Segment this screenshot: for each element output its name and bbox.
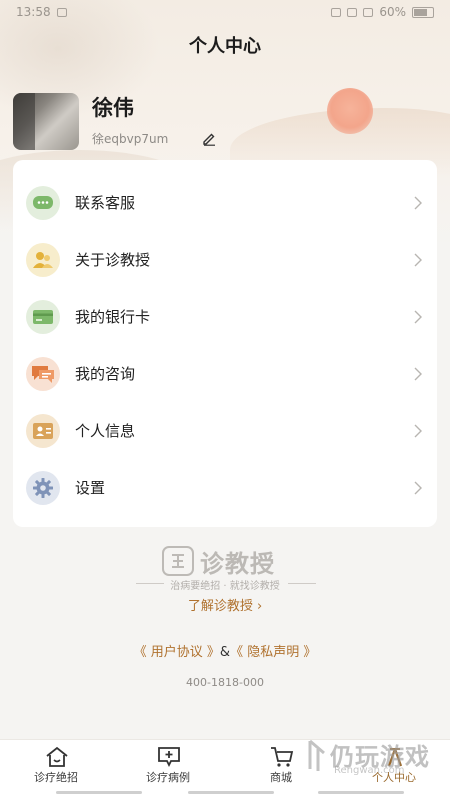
- avatar[interactable]: [13, 93, 79, 150]
- people-icon: [26, 242, 60, 277]
- learn-more-link[interactable]: 了解诊教授 ›: [0, 595, 450, 614]
- menu-label: 联系客服: [75, 194, 136, 212]
- edit-icon[interactable]: [201, 130, 217, 146]
- battery-icon: [412, 6, 434, 18]
- wifi-icon: [347, 7, 358, 17]
- menu-item-bank-card[interactable]: 我的银行卡: [13, 288, 437, 345]
- menu-item-personal-info[interactable]: 个人信息: [13, 402, 437, 459]
- privacy-policy-link[interactable]: 《 隐私声明 》: [230, 645, 316, 660]
- tab-label: 诊疗绝招: [34, 771, 78, 784]
- sun-decoration: [327, 88, 373, 134]
- chevron-right-icon: [414, 367, 422, 380]
- user-agreement-link[interactable]: 《 用户协议 》: [134, 645, 220, 660]
- battery-percent: 60%: [379, 5, 406, 19]
- user-name: 徐伟: [92, 96, 134, 120]
- amp-separator: &: [219, 645, 231, 660]
- agreements: 《 用户协议 》&《 隐私声明 》: [0, 641, 450, 660]
- house-icon: [46, 746, 68, 767]
- tab-personal-center[interactable]: 个人中心: [338, 740, 450, 792]
- menu-item-contact-service[interactable]: 联系客服: [13, 174, 437, 231]
- menu-item-consultation[interactable]: 我的咨询: [13, 345, 437, 402]
- tab-treatment-tips[interactable]: 诊疗绝招: [0, 740, 112, 792]
- nav-indicator: [56, 791, 142, 794]
- case-icon: [158, 747, 180, 768]
- consult-icon: [26, 356, 60, 391]
- tab-label: 诊疗病例: [146, 771, 190, 784]
- chevron-right-icon: [414, 253, 422, 266]
- tab-mall[interactable]: 商城: [225, 740, 337, 792]
- brand-slogan: 治病要绝招 · 就找诊教授: [170, 581, 280, 592]
- nav-indicator: [188, 791, 274, 794]
- image-notification-icon: [56, 7, 67, 17]
- chat-icon: [26, 185, 60, 220]
- brand-logo-icon: [162, 546, 194, 576]
- signal-icon: [363, 7, 374, 17]
- brand-section: 诊教授 治病要绝招 · 就找诊教授 了解诊教授 ›: [0, 543, 450, 623]
- screen: 13:58 60% 个人中心 徐伟 徐eqbvp7um 联系客服 关于诊教授 我…: [0, 0, 450, 800]
- status-time: 13:58: [16, 5, 51, 19]
- menu-label: 个人信息: [75, 422, 136, 440]
- bank-card-icon: [26, 299, 60, 334]
- nav-indicator: [318, 791, 404, 794]
- chevron-right-icon: [414, 310, 422, 323]
- menu-item-about[interactable]: 关于诊教授: [13, 231, 437, 288]
- page-title: 个人中心: [189, 36, 261, 57]
- status-bar: 13:58 60%: [0, 0, 450, 24]
- menu-item-settings[interactable]: 设置: [13, 459, 437, 516]
- brand-name: 诊教授: [200, 550, 275, 578]
- cart-icon: [271, 747, 294, 767]
- chevron-right-icon: [414, 481, 422, 494]
- person-icon: [387, 748, 403, 767]
- menu-label: 我的咨询: [75, 365, 136, 383]
- tab-label: 个人中心: [372, 771, 416, 784]
- chevron-right-icon: [414, 196, 422, 209]
- tab-cases[interactable]: 诊疗病例: [112, 740, 224, 792]
- alarm-icon: [331, 7, 342, 17]
- id-card-icon: [26, 413, 60, 448]
- menu-label: 我的银行卡: [75, 308, 151, 326]
- service-phone[interactable]: 400-1818-000: [0, 676, 450, 689]
- tab-label: 商城: [270, 771, 292, 784]
- menu-label: 设置: [75, 479, 106, 497]
- menu-label: 关于诊教授: [75, 251, 151, 269]
- menu-card: 联系客服 关于诊教授 我的银行卡 我的咨询 个人信息 设置: [13, 160, 437, 527]
- gear-icon: [26, 470, 60, 505]
- user-id: 徐eqbvp7um: [92, 132, 169, 146]
- chevron-right-icon: [414, 424, 422, 437]
